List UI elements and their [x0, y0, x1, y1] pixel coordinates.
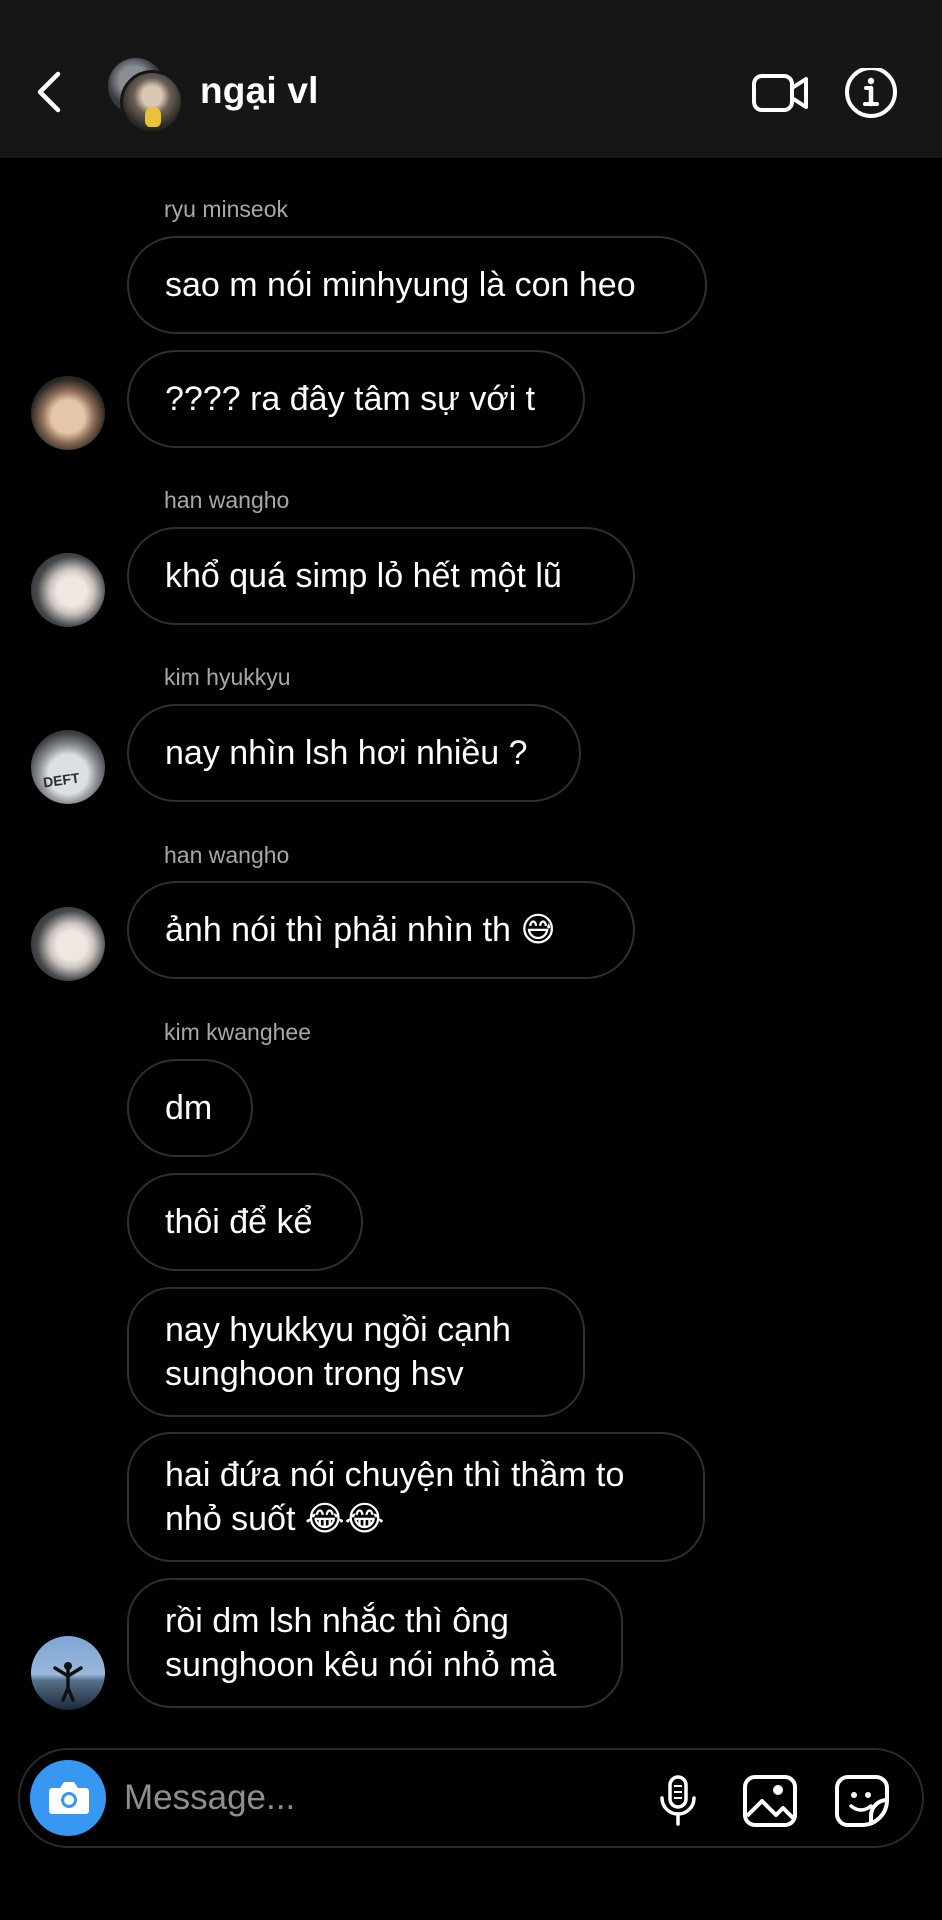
message-bubble[interactable]: rồi dm lsh nhắc thì ông sunghoon kêu nói…	[127, 1578, 623, 1708]
info-button[interactable]	[842, 66, 900, 131]
back-button[interactable]	[30, 62, 70, 122]
group-avatar[interactable]	[106, 56, 184, 134]
camera-icon	[49, 1782, 89, 1814]
person-silhouette	[53, 1662, 83, 1702]
video-camera-icon	[752, 74, 808, 112]
avatar[interactable]	[31, 553, 105, 627]
message-composer: Message...	[18, 1748, 924, 1848]
chevron-left-icon	[37, 71, 61, 113]
message-bubble[interactable]: dm	[127, 1059, 253, 1157]
message-bubble[interactable]: hai đứa nói chuyện thì thầm to nhỏ suốt …	[127, 1432, 705, 1562]
avatar[interactable]	[31, 907, 105, 981]
info-icon	[845, 66, 897, 118]
sticker-icon	[835, 1775, 889, 1827]
image-icon	[743, 1775, 797, 1827]
chat-title[interactable]: ngại vl	[200, 70, 319, 112]
video-call-button[interactable]	[750, 68, 812, 123]
message-bubble[interactable]: nay nhìn lsh hơi nhiều ?	[127, 704, 581, 802]
avatar	[120, 70, 184, 134]
avatar[interactable]	[31, 1636, 105, 1710]
avatar[interactable]: DEFT	[31, 730, 105, 804]
sender-name: han wangho	[164, 487, 290, 513]
chat-header: ngại vl	[0, 0, 942, 158]
message-bubble[interactable]: nay hyukkyu ngồi cạnh sunghoon trong hsv	[127, 1287, 585, 1417]
microphone-button[interactable]	[656, 1774, 700, 1833]
sender-name: kim hyukkyu	[164, 664, 291, 690]
message-bubble[interactable]: ???? ra đây tâm sự với t	[127, 350, 585, 448]
sender-name: ryu minseok	[164, 196, 288, 222]
sender-name: kim kwanghee	[164, 1019, 312, 1045]
microphone-icon	[660, 1775, 696, 1826]
sticker-button[interactable]	[834, 1774, 890, 1833]
avatar[interactable]	[31, 376, 105, 450]
message-bubble[interactable]: sao m nói minhyung là con heo	[127, 236, 707, 334]
message-bubble[interactable]: ảnh nói thì phải nhìn th 😅	[127, 881, 635, 979]
gallery-button[interactable]	[742, 1774, 798, 1833]
message-bubble[interactable]: thôi để kể	[127, 1173, 363, 1271]
sender-name: han wangho	[164, 842, 290, 868]
camera-button[interactable]	[30, 1760, 106, 1836]
message-input[interactable]: Message...	[124, 1778, 295, 1818]
avatar-label: DEFT	[42, 769, 81, 791]
message-bubble[interactable]: khổ quá simp lỏ hết một lũ	[127, 527, 635, 625]
